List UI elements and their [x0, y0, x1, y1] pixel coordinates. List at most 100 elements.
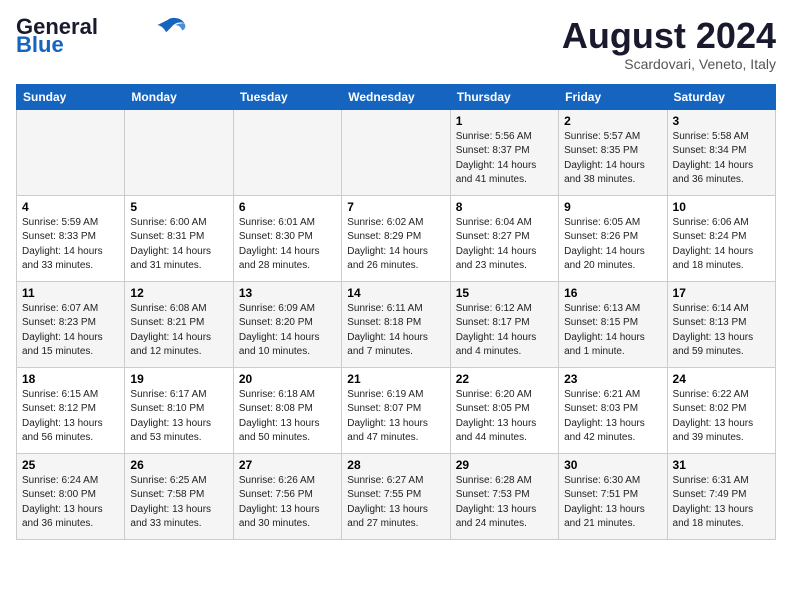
day-number: 25	[22, 458, 119, 472]
page-header: General Blue August 2024 Scardovari, Ven…	[16, 16, 776, 72]
day-number: 1	[456, 114, 553, 128]
calendar-table: SundayMondayTuesdayWednesdayThursdayFrid…	[16, 84, 776, 540]
day-number: 14	[347, 286, 444, 300]
day-number: 22	[456, 372, 553, 386]
day-cell-15: 15Sunrise: 6:12 AMSunset: 8:17 PMDayligh…	[450, 281, 558, 367]
day-header-tuesday: Tuesday	[233, 84, 341, 109]
week-row-3: 11 Sunrise: 6:07 AMSunset: 8:23 PMDayligh…	[17, 281, 776, 367]
empty-cell	[17, 109, 125, 195]
day-info: Sunrise: 6:13 AMSunset: 8:15 PMDaylight:…	[564, 302, 661, 360]
day-number: 31	[673, 458, 770, 472]
day-info: Sunrise: 5:59 AMSunset: 8:33 PMDaylight:…	[22, 216, 119, 274]
month-year-title: August 2024	[562, 16, 776, 56]
day-cell-7: 7Sunrise: 6:02 AMSunset: 8:29 PMDaylight…	[342, 195, 450, 281]
day-number: 8	[456, 200, 553, 214]
day-info: Sunrise: 6:28 AMSunset: 7:53 PMDaylight:…	[456, 474, 553, 532]
day-number: 30	[564, 458, 661, 472]
day-cell-31: 31 Sunrise: 6:31 AMSunset: 7:49 PMDayligh…	[667, 453, 775, 539]
day-cell-6: 6Sunrise: 6:01 AMSunset: 8:30 PMDaylight…	[233, 195, 341, 281]
day-header-thursday: Thursday	[450, 84, 558, 109]
day-info: Sunrise: 6:06 AMSunset: 8:24 PMDaylight:…	[673, 216, 770, 274]
day-cell-28: 28 Sunrise: 6:27 AMSunset: 7:55 PMDayligh…	[342, 453, 450, 539]
day-info: Sunrise: 6:12 AMSunset: 8:17 PMDaylight:…	[456, 302, 553, 360]
day-cell-12: 12 Sunrise: 6:08 AMSunset: 8:21 PMDayligh…	[125, 281, 233, 367]
day-cell-14: 14 Sunrise: 6:11 AMSunset: 8:18 PMDayligh…	[342, 281, 450, 367]
day-cell-4: 4 Sunrise: 5:59 AMSunset: 8:33 PMDaylight…	[17, 195, 125, 281]
day-cell-17: 17 Sunrise: 6:14 AMSunset: 8:13 PMDayligh…	[667, 281, 775, 367]
day-info: Sunrise: 5:57 AMSunset: 8:35 PMDaylight:…	[564, 130, 661, 188]
days-header-row: SundayMondayTuesdayWednesdayThursdayFrid…	[17, 84, 776, 109]
day-info: Sunrise: 6:31 AMSunset: 7:49 PMDaylight:…	[673, 474, 770, 532]
location-subtitle: Scardovari, Veneto, Italy	[562, 56, 776, 72]
week-row-5: 25 Sunrise: 6:24 AMSunset: 8:00 PMDayligh…	[17, 453, 776, 539]
day-cell-30: 30 Sunrise: 6:30 AMSunset: 7:51 PMDayligh…	[559, 453, 667, 539]
day-cell-27: 27Sunrise: 6:26 AMSunset: 7:56 PMDayligh…	[233, 453, 341, 539]
day-info: Sunrise: 6:30 AMSunset: 7:51 PMDaylight:…	[564, 474, 661, 532]
day-cell-10: 10Sunrise: 6:06 AMSunset: 8:24 PMDayligh…	[667, 195, 775, 281]
day-cell-20: 20Sunrise: 6:18 AMSunset: 8:08 PMDayligh…	[233, 367, 341, 453]
day-info: Sunrise: 6:18 AMSunset: 8:08 PMDaylight:…	[239, 388, 336, 446]
day-header-friday: Friday	[559, 84, 667, 109]
empty-cell	[233, 109, 341, 195]
day-info: Sunrise: 5:58 AMSunset: 8:34 PMDaylight:…	[673, 130, 770, 188]
day-number: 19	[130, 372, 227, 386]
day-number: 11	[22, 286, 119, 300]
day-number: 23	[564, 372, 661, 386]
day-info: Sunrise: 6:14 AMSunset: 8:13 PMDaylight:…	[673, 302, 770, 360]
title-block: August 2024 Scardovari, Veneto, Italy	[562, 16, 776, 72]
day-number: 4	[22, 200, 119, 214]
day-cell-1: 1 Sunrise: 5:56 AMSunset: 8:37 PMDaylight…	[450, 109, 558, 195]
day-header-wednesday: Wednesday	[342, 84, 450, 109]
day-number: 24	[673, 372, 770, 386]
empty-cell	[125, 109, 233, 195]
day-number: 17	[673, 286, 770, 300]
day-info: Sunrise: 6:24 AMSunset: 8:00 PMDaylight:…	[22, 474, 119, 532]
day-cell-23: 23 Sunrise: 6:21 AMSunset: 8:03 PMDayligh…	[559, 367, 667, 453]
week-row-4: 18 Sunrise: 6:15 AMSunset: 8:12 PMDayligh…	[17, 367, 776, 453]
day-cell-26: 26Sunrise: 6:25 AMSunset: 7:58 PMDayligh…	[125, 453, 233, 539]
day-info: Sunrise: 6:19 AMSunset: 8:07 PMDaylight:…	[347, 388, 444, 446]
day-cell-19: 19 Sunrise: 6:17 AMSunset: 8:10 PMDayligh…	[125, 367, 233, 453]
day-info: Sunrise: 6:01 AMSunset: 8:30 PMDaylight:…	[239, 216, 336, 274]
day-number: 12	[130, 286, 227, 300]
day-number: 2	[564, 114, 661, 128]
day-info: Sunrise: 6:05 AMSunset: 8:26 PMDaylight:…	[564, 216, 661, 274]
day-number: 9	[564, 200, 661, 214]
day-cell-8: 8Sunrise: 6:04 AMSunset: 8:27 PMDaylight…	[450, 195, 558, 281]
day-info: Sunrise: 6:02 AMSunset: 8:29 PMDaylight:…	[347, 216, 444, 274]
empty-cell	[342, 109, 450, 195]
day-number: 13	[239, 286, 336, 300]
day-cell-25: 25 Sunrise: 6:24 AMSunset: 8:00 PMDayligh…	[17, 453, 125, 539]
day-info: Sunrise: 6:15 AMSunset: 8:12 PMDaylight:…	[22, 388, 119, 446]
day-info: Sunrise: 6:00 AMSunset: 8:31 PMDaylight:…	[130, 216, 227, 274]
day-number: 29	[456, 458, 553, 472]
week-row-1: 1 Sunrise: 5:56 AMSunset: 8:37 PMDaylight…	[17, 109, 776, 195]
day-number: 28	[347, 458, 444, 472]
day-cell-22: 22 Sunrise: 6:20 AMSunset: 8:05 PMDayligh…	[450, 367, 558, 453]
day-cell-13: 13 Sunrise: 6:09 AMSunset: 8:20 PMDayligh…	[233, 281, 341, 367]
day-info: Sunrise: 6:11 AMSunset: 8:18 PMDaylight:…	[347, 302, 444, 360]
day-cell-21: 21Sunrise: 6:19 AMSunset: 8:07 PMDayligh…	[342, 367, 450, 453]
day-info: Sunrise: 6:20 AMSunset: 8:05 PMDaylight:…	[456, 388, 553, 446]
logo: General Blue	[16, 16, 186, 56]
day-info: Sunrise: 6:21 AMSunset: 8:03 PMDaylight:…	[564, 388, 661, 446]
day-info: Sunrise: 6:08 AMSunset: 8:21 PMDaylight:…	[130, 302, 227, 360]
day-header-sunday: Sunday	[17, 84, 125, 109]
day-number: 16	[564, 286, 661, 300]
day-info: Sunrise: 6:17 AMSunset: 8:10 PMDaylight:…	[130, 388, 227, 446]
day-info: Sunrise: 5:56 AMSunset: 8:37 PMDaylight:…	[456, 130, 553, 188]
day-info: Sunrise: 6:07 AMSunset: 8:23 PMDaylight:…	[22, 302, 119, 360]
day-cell-9: 9 Sunrise: 6:05 AMSunset: 8:26 PMDaylight…	[559, 195, 667, 281]
day-cell-29: 29 Sunrise: 6:28 AMSunset: 7:53 PMDayligh…	[450, 453, 558, 539]
day-cell-24: 24Sunrise: 6:22 AMSunset: 8:02 PMDayligh…	[667, 367, 775, 453]
day-cell-11: 11 Sunrise: 6:07 AMSunset: 8:23 PMDayligh…	[17, 281, 125, 367]
day-info: Sunrise: 6:09 AMSunset: 8:20 PMDaylight:…	[239, 302, 336, 360]
day-number: 27	[239, 458, 336, 472]
day-number: 26	[130, 458, 227, 472]
logo-blue: Blue	[16, 34, 64, 56]
day-number: 18	[22, 372, 119, 386]
day-info: Sunrise: 6:27 AMSunset: 7:55 PMDaylight:…	[347, 474, 444, 532]
logo-bird-icon	[150, 16, 186, 36]
day-cell-3: 3Sunrise: 5:58 AMSunset: 8:34 PMDaylight…	[667, 109, 775, 195]
day-header-saturday: Saturday	[667, 84, 775, 109]
